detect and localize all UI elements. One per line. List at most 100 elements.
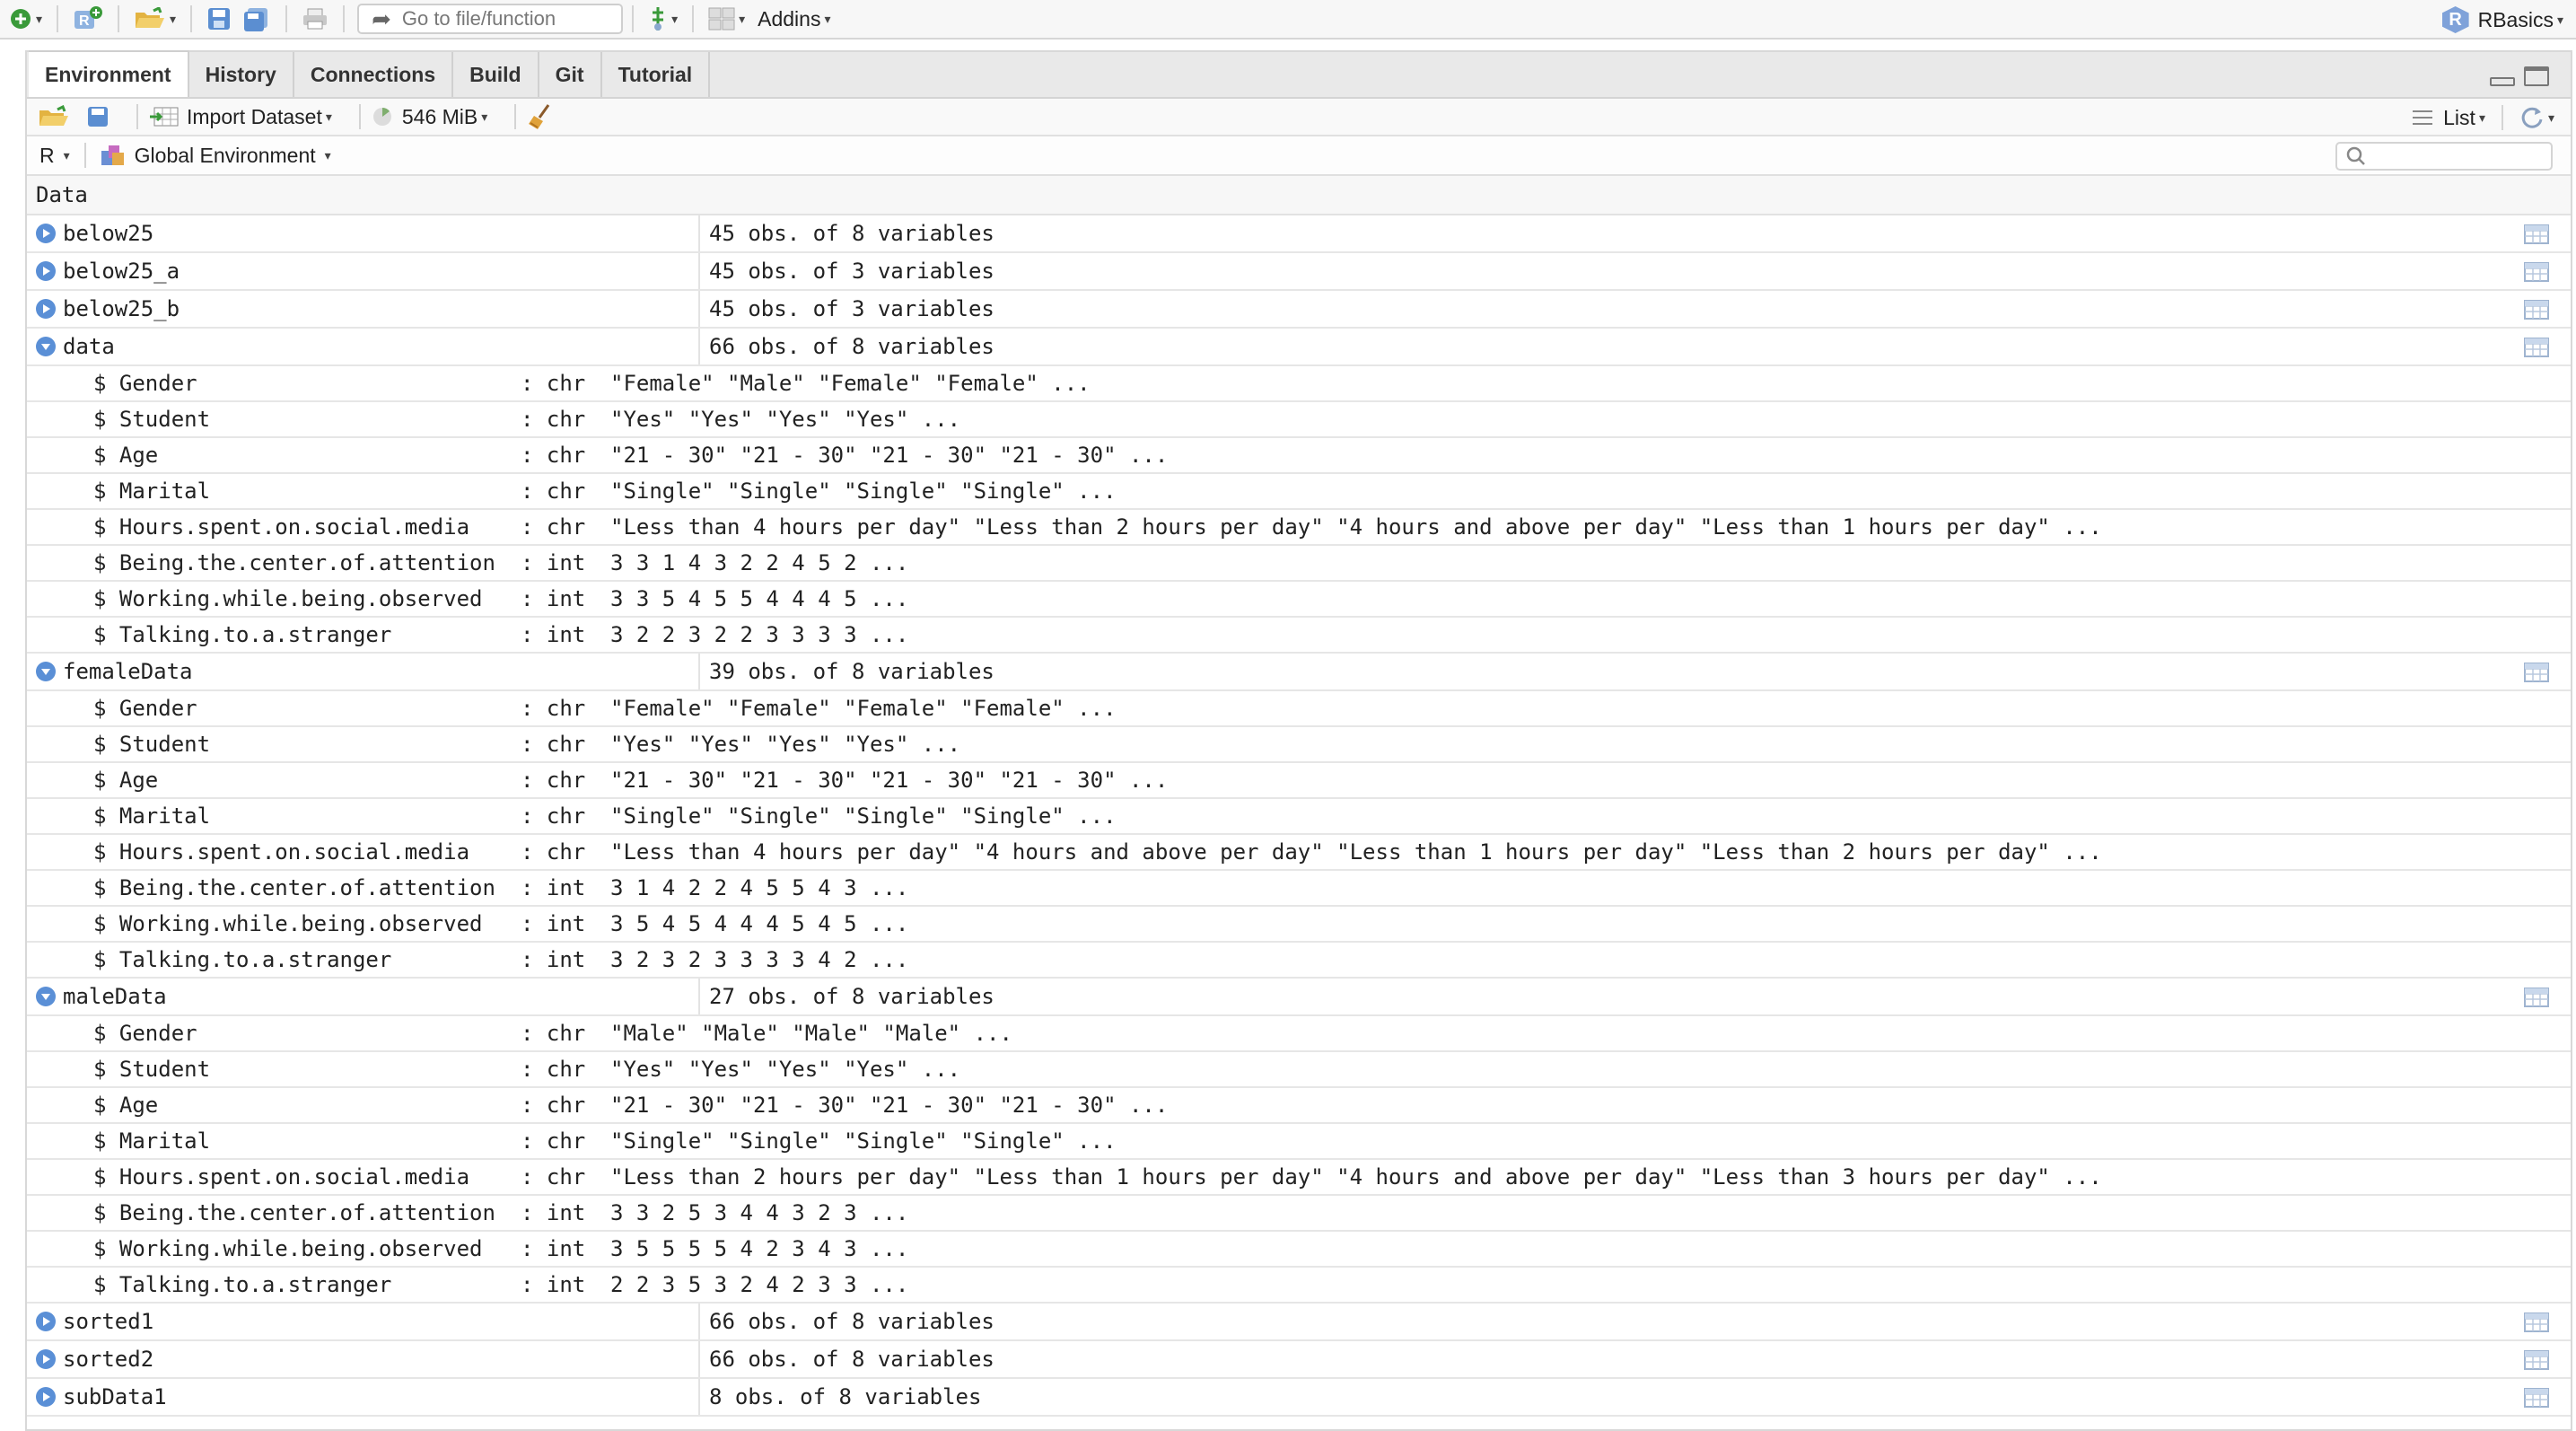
view-table-icon[interactable] <box>2524 262 2549 287</box>
expand-icon[interactable] <box>36 261 56 281</box>
environment-label: Global Environment <box>134 143 316 167</box>
new-file-button[interactable]: ▾ <box>4 3 48 35</box>
expand-icon[interactable] <box>36 1349 56 1369</box>
collapse-icon[interactable] <box>36 337 56 356</box>
object-name[interactable]: data <box>63 334 115 359</box>
save-all-button[interactable] <box>237 3 276 35</box>
environment-select[interactable]: Global Environment ▾ <box>101 144 331 168</box>
language-select[interactable]: R ▾ <box>39 144 70 168</box>
print-button[interactable] <box>296 3 334 35</box>
tab-history[interactable]: History <box>189 52 294 97</box>
field-row: $ Student: chr "Yes" "Yes" "Yes" "Yes" ..… <box>27 1052 2571 1088</box>
view-table-icon[interactable] <box>2524 988 2549 1013</box>
go-to-file-input[interactable]: ➦ Go to file/function <box>357 4 624 34</box>
object-row[interactable]: sorted1 66 obs. of 8 variables <box>27 1304 2571 1341</box>
expand-icon[interactable] <box>36 224 56 243</box>
vcs-button[interactable]: ▾ <box>643 3 683 35</box>
import-dataset-button[interactable]: Import Dataset ▾ <box>149 105 332 129</box>
field-row: $ Hours.spent.on.social.media: chr "Less … <box>27 510 2571 546</box>
project-menu[interactable]: R RBasics ▾ <box>2441 4 2563 36</box>
field-row: $ Marital: chr "Single" "Single" "Single"… <box>27 799 2571 835</box>
field-type: : int <box>521 911 586 936</box>
broom-icon <box>529 104 550 129</box>
object-name[interactable]: subData1 <box>63 1384 167 1409</box>
view-table-icon[interactable] <box>2524 300 2549 325</box>
expand-icon[interactable] <box>36 1312 56 1331</box>
chevron-down-icon: ▾ <box>824 11 831 26</box>
field-name: $ Student <box>93 1057 211 1082</box>
field-preview: 3 5 4 5 4 4 4 5 4 5 ... <box>610 911 909 936</box>
save-button[interactable] <box>201 3 237 35</box>
field-preview: "Yes" "Yes" "Yes" "Yes" ... <box>610 1057 961 1082</box>
object-name[interactable]: below25 <box>63 221 153 246</box>
view-table-icon[interactable] <box>2524 663 2549 688</box>
tab-connections[interactable]: Connections <box>294 52 454 97</box>
open-file-button[interactable]: ▾ <box>128 3 181 35</box>
object-name[interactable]: below25_a <box>63 259 180 284</box>
object-row[interactable]: maleData 27 obs. of 8 variables <box>27 979 2571 1016</box>
field-type: : chr <box>521 732 586 757</box>
object-row[interactable]: data 66 obs. of 8 variables <box>27 329 2571 366</box>
go-to-arrow-icon: ➦ <box>372 4 391 32</box>
field-row: $ Talking.to.a.stranger: int 3 2 2 3 2 2 … <box>27 618 2571 654</box>
environment-toolbar: Import Dataset ▾ 546 MiB ▾ List ▾ ▾ <box>27 99 2571 136</box>
object-name[interactable]: maleData <box>63 984 167 1009</box>
tab-git[interactable]: Git <box>539 52 602 97</box>
object-row[interactable]: subData1 8 obs. of 8 variables <box>27 1379 2571 1417</box>
environment-cubes-icon <box>101 145 124 165</box>
tab-tutorial[interactable]: Tutorial <box>602 52 711 97</box>
object-name[interactable]: sorted1 <box>63 1309 153 1334</box>
field-type: : chr <box>521 371 586 396</box>
save-workspace-button[interactable] <box>86 105 110 128</box>
object-row[interactable]: femaleData 39 obs. of 8 variables <box>27 654 2571 691</box>
field-row: $ Talking.to.a.stranger: int 2 2 3 5 3 2 … <box>27 1268 2571 1304</box>
field-type: : int <box>521 1272 586 1297</box>
workspace-panes-button[interactable]: ▾ <box>703 3 750 35</box>
environment-search-input[interactable] <box>2335 142 2553 171</box>
field-type: : chr <box>521 1093 586 1118</box>
clear-workspace-button[interactable] <box>527 103 554 130</box>
refresh-button[interactable]: ▾ <box>2519 105 2554 130</box>
maximize-pane-icon[interactable] <box>2524 66 2549 86</box>
field-preview: "Female" "Female" "Female" "Female" ... <box>610 696 1117 721</box>
chevron-down-icon: ▾ <box>2556 12 2563 27</box>
refresh-icon <box>2521 107 2543 128</box>
field-row: $ Hours.spent.on.social.media: chr "Less … <box>27 835 2571 871</box>
chevron-down-icon: ▾ <box>2547 110 2554 125</box>
field-preview: 3 5 5 5 5 4 2 3 4 3 ... <box>610 1236 909 1261</box>
object-name[interactable]: below25_b <box>63 296 180 321</box>
field-row: $ Talking.to.a.stranger: int 3 2 3 2 3 3 … <box>27 943 2571 979</box>
view-table-icon[interactable] <box>2524 1388 2549 1413</box>
object-name[interactable]: femaleData <box>63 659 193 684</box>
addins-menu[interactable]: Addins ▾ <box>758 7 830 31</box>
field-name: $ Gender <box>93 1021 197 1046</box>
field-preview: 2 2 3 5 3 2 4 2 3 3 ... <box>610 1272 909 1297</box>
memory-usage-button[interactable]: 546 MiB ▾ <box>372 105 487 129</box>
object-row[interactable]: below25 45 obs. of 8 variables <box>27 215 2571 253</box>
view-mode-menu[interactable]: List ▾ <box>2413 106 2485 130</box>
load-workspace-button[interactable] <box>38 105 70 128</box>
field-type: : chr <box>521 514 586 540</box>
collapse-icon[interactable] <box>36 987 56 1006</box>
view-table-icon[interactable] <box>2524 338 2549 363</box>
view-table-icon[interactable] <box>2524 1312 2549 1338</box>
view-table-icon[interactable] <box>2524 1350 2549 1375</box>
expand-icon[interactable] <box>36 1387 56 1407</box>
collapse-icon[interactable] <box>36 662 56 681</box>
chevron-down-icon: ▾ <box>170 11 177 26</box>
object-row[interactable]: below25_a 45 obs. of 3 variables <box>27 253 2571 291</box>
tab-build[interactable]: Build <box>453 52 539 97</box>
view-table-icon[interactable] <box>2524 224 2549 250</box>
memory-pie-icon <box>372 108 391 126</box>
field-preview: "Female" "Male" "Female" "Female" ... <box>610 371 1091 396</box>
object-name[interactable]: sorted2 <box>63 1347 153 1372</box>
object-summary: 27 obs. of 8 variables <box>709 984 994 1009</box>
tab-environment[interactable]: Environment <box>29 50 189 97</box>
object-row[interactable]: sorted2 66 obs. of 8 variables <box>27 1341 2571 1379</box>
expand-icon[interactable] <box>36 299 56 319</box>
field-type: : chr <box>521 478 586 504</box>
minimize-pane-icon[interactable] <box>2490 77 2515 86</box>
object-row[interactable]: below25_b 45 obs. of 3 variables <box>27 291 2571 329</box>
object-name-cell: subData1 <box>27 1379 700 1415</box>
new-project-button[interactable]: R <box>67 3 109 35</box>
